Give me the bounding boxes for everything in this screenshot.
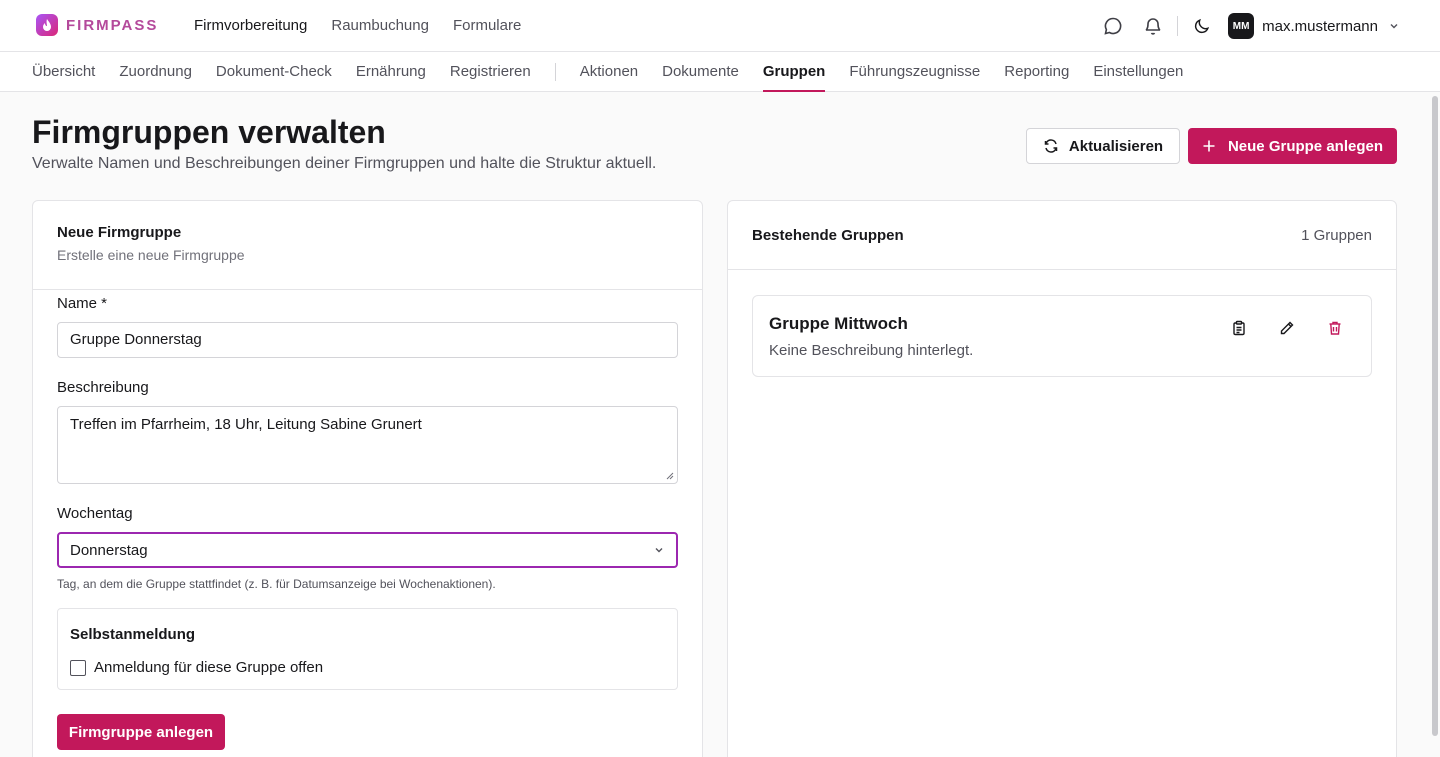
sub-nav: Übersicht Zuordnung Dokument-Check Ernäh… (0, 52, 1440, 92)
description-textarea-value: Treffen im Pfarrheim, 18 Uhr, Leitung Sa… (70, 416, 422, 433)
new-group-card: Neue Firmgruppe Erstelle eine neue Firmg… (32, 200, 703, 757)
top-bar: FIRMPASS Firmvorbereitung Raumbuchung Fo… (0, 0, 1440, 52)
tab-separator (554, 63, 556, 81)
chevron-down-icon (655, 548, 663, 553)
plus-icon (1203, 140, 1215, 152)
refresh-button[interactable]: Aktualisieren (1026, 128, 1180, 164)
topnav-item-firmvorbereitung[interactable]: Firmvorbereitung (194, 17, 307, 34)
tab-uebersicht[interactable]: Übersicht (32, 52, 95, 92)
tab-reporting[interactable]: Reporting (1004, 52, 1069, 92)
top-right-controls: MM max.mustermann (1099, 12, 1400, 40)
tab-gruppen[interactable]: Gruppen (762, 52, 825, 92)
weekday-hint: Tag, an dem die Gruppe stattfindet (z. B… (57, 577, 496, 591)
brand[interactable]: FIRMPASS (36, 14, 158, 36)
chat-icon[interactable] (1099, 12, 1127, 40)
user-menu[interactable]: MM max.mustermann (1228, 13, 1400, 39)
resize-grip-icon[interactable] (666, 472, 674, 480)
card-divider (33, 289, 702, 290)
page-scrollbar[interactable] (1432, 96, 1438, 736)
page-subtitle: Verwalte Namen und Beschreibungen deiner… (32, 155, 657, 172)
refresh-icon (1044, 139, 1058, 153)
bell-icon[interactable] (1139, 12, 1167, 40)
topnav-item-raumbuchung[interactable]: Raumbuchung (331, 17, 429, 34)
description-label: Beschreibung (57, 379, 149, 396)
group-description: Keine Beschreibung hinterlegt. (769, 342, 974, 359)
self-signup-title: Selbstanmeldung (70, 626, 196, 643)
brand-logo-icon (36, 14, 58, 36)
self-signup-box: Selbstanmeldung Anmeldung für diese Grup… (57, 608, 678, 690)
tab-einstellungen[interactable]: Einstellungen (1093, 52, 1183, 92)
existing-groups-card: Bestehende Gruppen 1 Gruppen Gruppe Mitt… (727, 200, 1397, 757)
chevron-down-icon (1390, 24, 1398, 29)
existing-groups-title: Bestehende Gruppen (752, 227, 904, 244)
create-group-button[interactable]: Firmgruppe anlegen (57, 714, 225, 750)
page-title: Firmgruppen verwalten (32, 114, 386, 150)
avatar: MM (1228, 13, 1255, 39)
new-group-card-description: Erstelle eine neue Firmgruppe (57, 247, 245, 263)
new-group-card-title: Neue Firmgruppe (57, 224, 182, 241)
new-group-button-label: Neue Gruppe anlegen (1227, 137, 1384, 155)
topnav-item-formulare[interactable]: Formulare (453, 17, 521, 34)
weekday-select-value: Donnerstag (70, 541, 148, 559)
tab-fuehrungszeugnisse[interactable]: Führungszeugnisse (849, 52, 980, 92)
name-label: Name * (57, 295, 108, 312)
refresh-button-label: Aktualisieren (1068, 137, 1164, 155)
description-textarea[interactable]: Treffen im Pfarrheim, 18 Uhr, Leitung Sa… (57, 406, 678, 484)
user-name: max.mustermann (1262, 17, 1378, 35)
name-input[interactable]: Gruppe Donnerstag (57, 322, 678, 358)
group-name: Gruppe Mittwoch (769, 314, 908, 333)
clipboard-icon[interactable] (1227, 316, 1251, 340)
group-count: 1 Gruppen (1301, 227, 1372, 244)
group-actions (1227, 316, 1347, 340)
self-signup-checkbox-row[interactable]: Anmeldung für diese Gruppe offen (70, 659, 323, 676)
tab-registrieren[interactable]: Registrieren (450, 52, 531, 92)
trash-icon[interactable] (1323, 316, 1347, 340)
divider (1177, 16, 1179, 36)
brand-name: FIRMPASS (66, 16, 159, 34)
card-divider (728, 269, 1396, 270)
pencil-icon[interactable] (1275, 316, 1299, 340)
self-signup-checkbox-label: Anmeldung für diese Gruppe offen (94, 659, 324, 676)
tab-zuordnung[interactable]: Zuordnung (119, 52, 192, 92)
tab-ernaehrung[interactable]: Ernährung (356, 52, 426, 92)
tab-dokumente[interactable]: Dokumente (662, 52, 739, 92)
self-signup-checkbox[interactable] (70, 659, 86, 676)
group-list-item: Gruppe Mittwoch Keine Beschreibung hinte… (752, 295, 1372, 377)
top-nav: Firmvorbereitung Raumbuchung Formulare (194, 17, 521, 34)
moon-icon[interactable] (1188, 12, 1216, 40)
tab-aktionen[interactable]: Aktionen (580, 52, 638, 92)
weekday-select[interactable]: Donnerstag (57, 532, 678, 568)
new-group-button[interactable]: Neue Gruppe anlegen (1188, 128, 1397, 164)
weekday-label: Wochentag (57, 505, 133, 522)
tab-dokument-check[interactable]: Dokument-Check (216, 52, 332, 92)
